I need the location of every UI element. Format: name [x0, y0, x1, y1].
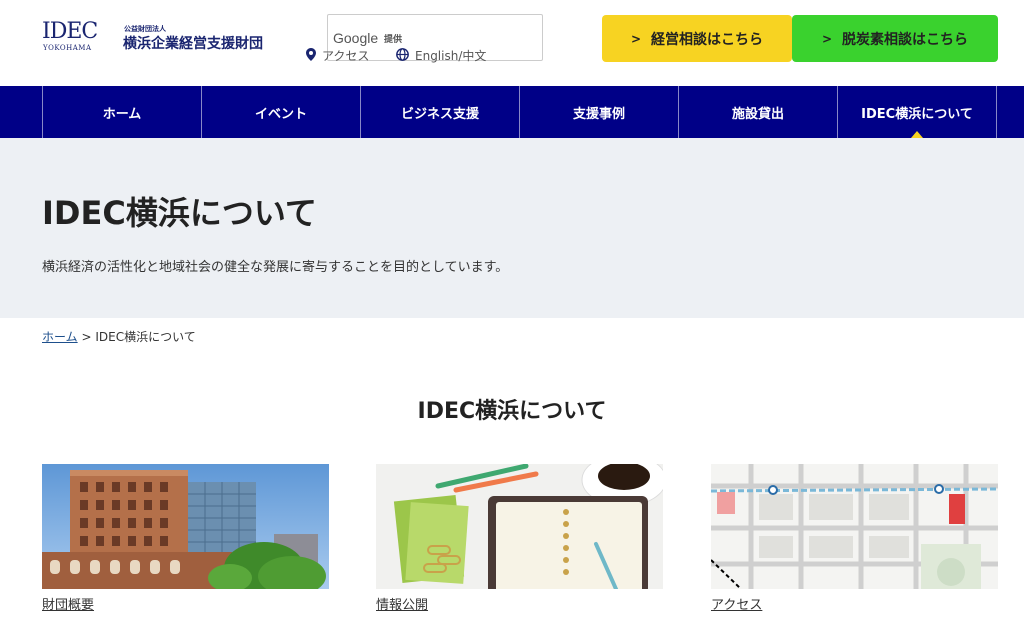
section-title: IDEC横浜について — [417, 399, 607, 424]
nav-item-events[interactable]: イベント — [202, 86, 361, 138]
map-pin-icon — [306, 47, 316, 64]
card-label-access[interactable]: アクセス — [711, 594, 998, 613]
google-label: Google — [333, 30, 379, 46]
breadcrumb: ホーム > IDEC横浜について — [42, 328, 196, 345]
nav-item-about[interactable]: IDEC横浜について — [838, 86, 997, 138]
decarbonization-consultation-button[interactable]: > 脱炭素相談はこちら — [792, 15, 998, 62]
nav-item-business-support[interactable]: ビジネス支援 — [361, 86, 520, 138]
google-provided-label: 提供 — [384, 35, 403, 45]
page-title: IDEC横浜について — [42, 194, 317, 232]
card-label-information-disclosure[interactable]: 情報公開 — [376, 594, 663, 613]
building-photo[interactable] — [42, 464, 329, 589]
card-label-foundation-overview[interactable]: 財団概要 — [42, 594, 329, 613]
map-image[interactable] — [711, 464, 998, 589]
business-consultation-button[interactable]: > 経営相談はこちら — [602, 15, 792, 62]
language-link[interactable]: English/中文 — [396, 47, 486, 64]
chevron-right-icon: > — [630, 31, 642, 46]
org-name[interactable]: 横浜企業経営支援財団 — [123, 33, 263, 53]
decarbonization-consultation-label: 脱炭素相談はこちら — [842, 31, 969, 48]
page-description: 横浜経済の活性化と地域社会の健全な発展に寄与することを目的としています。 — [42, 260, 509, 275]
access-label: アクセス — [322, 49, 370, 63]
language-label: English/中文 — [415, 49, 487, 63]
business-consultation-label: 経営相談はこちら — [651, 31, 764, 48]
globe-icon — [396, 47, 409, 64]
card-information-disclosure[interactable]: 情報公開 — [376, 464, 663, 613]
logo-main-text: IDEC — [42, 19, 98, 44]
card-foundation-overview[interactable]: 財団概要 — [42, 464, 329, 613]
page-hero: IDEC横浜について 横浜経済の活性化と地域社会の健全な発展に寄与することを目的… — [0, 138, 1024, 318]
breadcrumb-separator: > — [81, 330, 92, 344]
breadcrumb-home-link[interactable]: ホーム — [42, 330, 78, 344]
logo-sub-text: YOKOHAMA — [43, 44, 92, 52]
nav-item-facility-rental[interactable]: 施設貸出 — [679, 86, 838, 138]
main-nav: ホーム イベント ビジネス支援 支援事例 施設貸出 IDEC横浜について — [0, 86, 1024, 138]
card-access[interactable]: アクセス — [711, 464, 998, 613]
idec-logo[interactable]: IDEC YOKOHAMA — [42, 20, 98, 56]
site-header: IDEC YOKOHAMA 公益財団法人 横浜企業経営支援財団 Google 提… — [0, 0, 1024, 86]
access-link[interactable]: アクセス — [306, 47, 369, 64]
breadcrumb-current: IDEC横浜について — [95, 330, 196, 344]
notebook-photo[interactable] — [376, 464, 663, 589]
chevron-right-icon: > — [821, 31, 833, 46]
nav-item-support-cases[interactable]: 支援事例 — [520, 86, 679, 138]
nav-item-home[interactable]: ホーム — [43, 86, 202, 138]
